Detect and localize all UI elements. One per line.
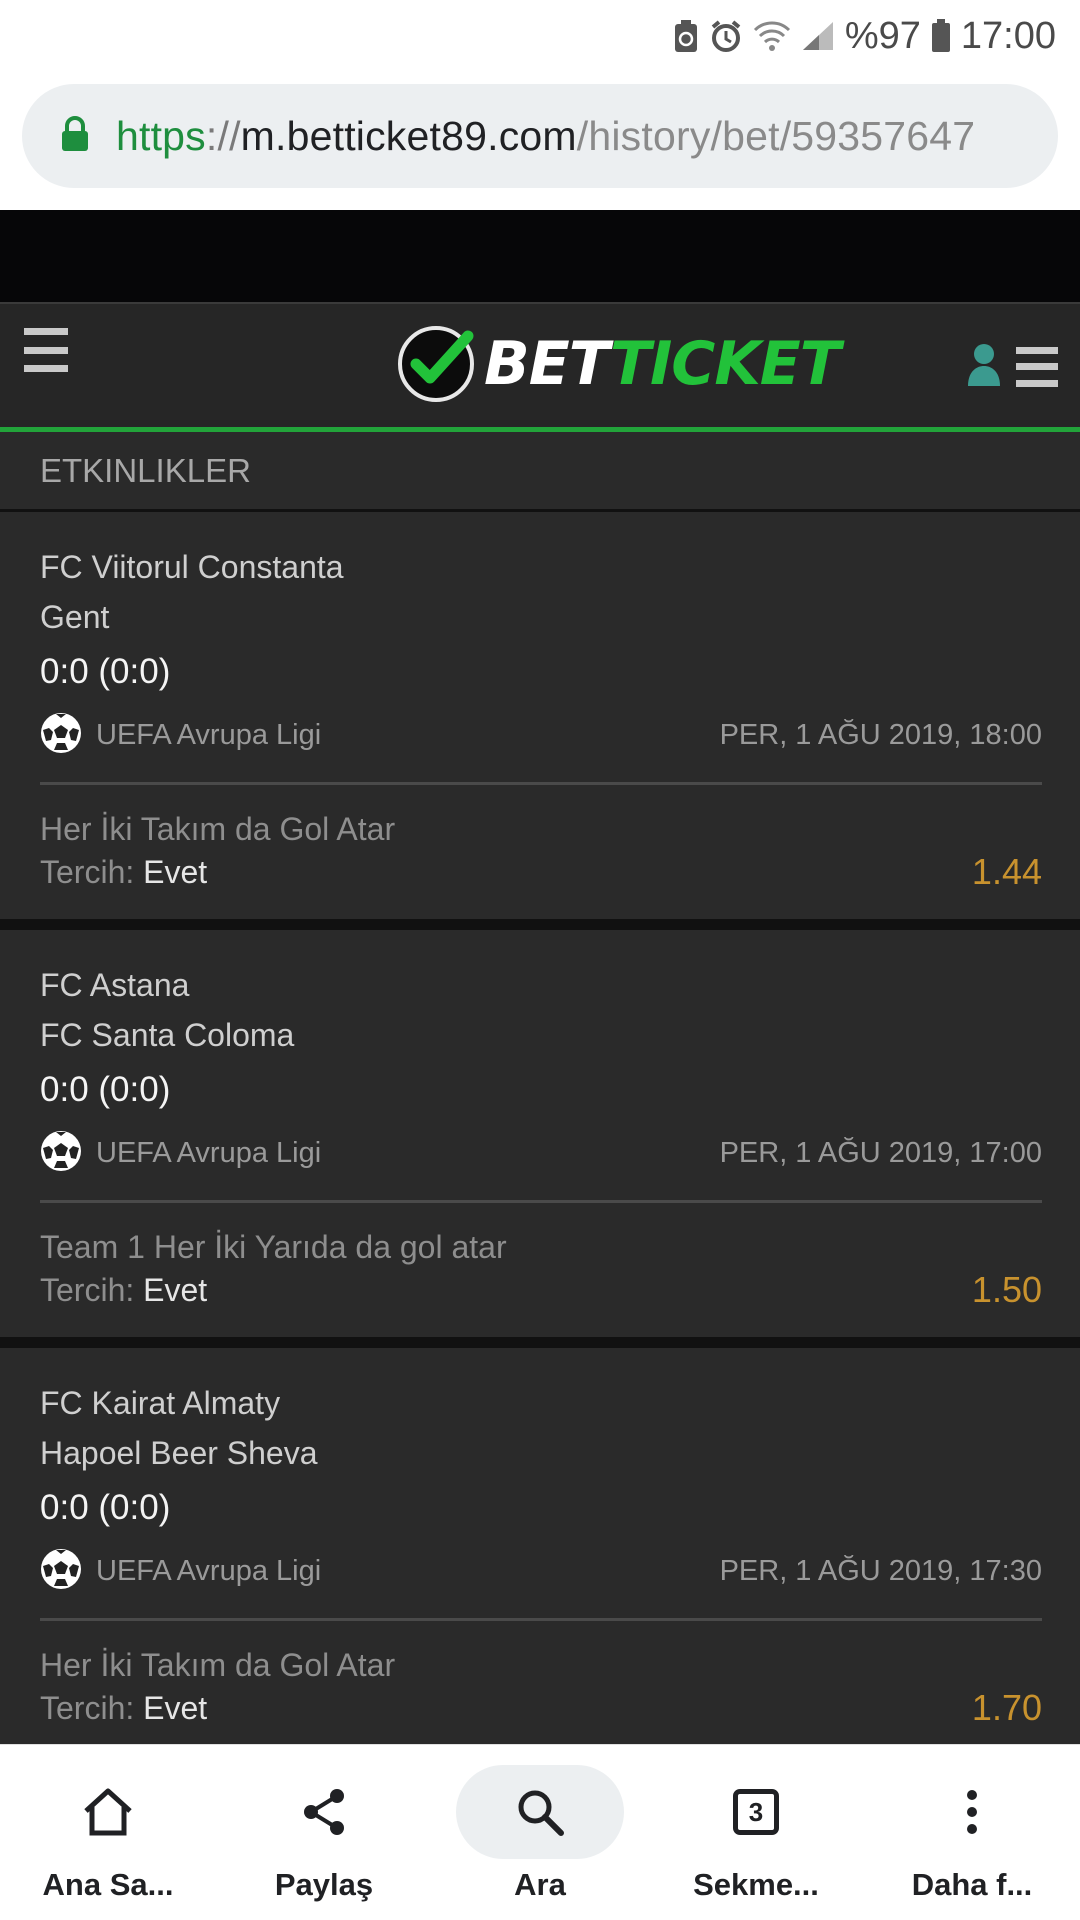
main-menu-button[interactable] [24, 328, 68, 372]
status-bar: %97 17:00 [0, 0, 1080, 72]
league-name: UEFA Avrupa Ligi [96, 1136, 322, 1169]
section-title: ETKINLIKLER [0, 432, 1080, 512]
soccer-ball-icon [40, 1548, 82, 1595]
browser-toolbar: https://m.betticket89.com/history/bet/59… [0, 72, 1080, 210]
event-meta: UEFA Avrupa Ligi PER, 1 AĞU 2019, 17:00 [40, 1128, 1042, 1178]
wifi-icon [753, 20, 791, 52]
pick-row: Tercih: Evet 1.70 [40, 1687, 1042, 1737]
score: 0:0 (0:0) [40, 652, 171, 691]
tabs-count: 3 [733, 1789, 779, 1835]
pick-row: Tercih: Evet 1.44 [40, 851, 1042, 901]
clock: 17:00 [960, 14, 1056, 57]
league-name: UEFA Avrupa Ligi [96, 1554, 322, 1587]
home-icon [48, 1765, 168, 1859]
nav-tabs-label: Sekme... [693, 1867, 819, 1902]
nav-search-label: Ara [514, 1867, 566, 1902]
divider [40, 1618, 1042, 1621]
pick-value: Evet [143, 1271, 208, 1308]
soccer-ball-icon [40, 1130, 82, 1177]
home-team: FC Viitorul Constanta [40, 549, 344, 585]
menu-line [1016, 363, 1058, 370]
event-card: FC Viitorul Constanta Gent 0:0 (0:0) UEF… [0, 512, 1080, 930]
event-date: PER, 1 AĞU 2019, 18:00 [719, 718, 1042, 751]
nav-more-label: Daha f... [911, 1867, 1033, 1902]
score: 0:0 (0:0) [40, 1070, 171, 1109]
soccer-ball-icon [40, 712, 82, 759]
menu-line [1016, 346, 1058, 354]
odds: 1.70 [971, 1687, 1042, 1728]
pick-value: Evet [143, 853, 208, 890]
signal-icon [801, 20, 835, 52]
site-logo[interactable]: BETTICKET [396, 320, 841, 409]
nav-home-button[interactable]: Ana Sa... [8, 1765, 208, 1903]
url-separator: :// [205, 112, 241, 159]
battery-saver-icon [673, 18, 699, 54]
lock-icon [60, 115, 90, 158]
pick-label: Tercih: [40, 853, 135, 890]
checkmark-logo-icon [396, 320, 480, 409]
web-page: BETTICKET ETKINLIKLER FC Viitorul Consta… [0, 210, 1080, 1744]
odds: 1.50 [971, 1269, 1042, 1310]
odds: 1.44 [971, 851, 1042, 892]
market-name: Team 1 Her İki Yarıda da gol atar [40, 1229, 507, 1265]
search-icon [456, 1765, 624, 1859]
url-scheme: https [116, 112, 206, 159]
score: 0:0 (0:0) [40, 1488, 171, 1527]
event-meta: UEFA Avrupa Ligi PER, 1 AĞU 2019, 17:30 [40, 1546, 1042, 1596]
pick-label: Tercih: [40, 1689, 135, 1726]
address-bar[interactable]: https://m.betticket89.com/history/bet/59… [22, 84, 1058, 188]
event-date: PER, 1 AĞU 2019, 17:30 [719, 1554, 1042, 1587]
nav-tabs-button[interactable]: 3 Sekme... [656, 1765, 856, 1903]
away-team: Gent [40, 599, 110, 635]
event-meta: UEFA Avrupa Ligi PER, 1 AĞU 2019, 18:00 [40, 710, 1042, 760]
pick-label: Tercih: [40, 1271, 135, 1308]
pick-value: Evet [143, 1689, 208, 1726]
site-header: BETTICKET [0, 302, 1080, 432]
nav-home-label: Ana Sa... [42, 1867, 174, 1902]
event-card: FC Astana FC Santa Coloma 0:0 (0:0) UEFA… [0, 930, 1080, 1348]
menu-line [24, 346, 68, 354]
tabs-icon: 3 [696, 1765, 816, 1859]
divider [40, 1200, 1042, 1203]
logo-bet: BET [484, 329, 611, 399]
menu-line [24, 365, 68, 372]
share-icon [264, 1765, 384, 1859]
top-banner [0, 210, 1080, 302]
battery-percent: %97 [844, 14, 921, 57]
event-date: PER, 1 AĞU 2019, 17:00 [719, 1136, 1042, 1169]
event-card: FC Kairat Almaty Hapoel Beer Sheva 0:0 (… [0, 1348, 1080, 1744]
pick: Tercih: Evet [40, 1690, 207, 1727]
market-name: Her İki Takım da Gol Atar [40, 811, 396, 847]
battery-icon [931, 19, 951, 53]
account-menu-icon [1016, 346, 1058, 387]
home-team: FC Kairat Almaty [40, 1385, 281, 1421]
user-icon [966, 342, 1002, 391]
nav-share-button[interactable]: Paylaş [224, 1765, 424, 1903]
away-team: Hapoel Beer Sheva [40, 1435, 318, 1471]
nav-more-button[interactable]: Daha f... [872, 1765, 1072, 1903]
url-host: m.betticket89.com [240, 112, 577, 159]
menu-line [24, 328, 68, 335]
pick-row: Tercih: Evet 1.50 [40, 1269, 1042, 1319]
logo-ticket: TICKET [610, 329, 841, 399]
logo-text: BETTICKET [484, 329, 841, 399]
league-name: UEFA Avrupa Ligi [96, 718, 322, 751]
user-menu-button[interactable] [966, 342, 1058, 391]
nav-share-label: Paylaş [274, 1867, 374, 1902]
market-name: Her İki Takım da Gol Atar [40, 1647, 396, 1683]
menu-line [1016, 379, 1058, 387]
pick: Tercih: Evet [40, 1272, 207, 1309]
alarm-icon [709, 19, 743, 53]
more-vertical-icon [912, 1765, 1032, 1859]
home-team: FC Astana [40, 967, 190, 1003]
pick: Tercih: Evet [40, 854, 207, 891]
nav-search-button[interactable]: Ara [440, 1765, 640, 1903]
browser-bottom-bar: Ana Sa... Paylaş Ara 3 Sekme... Daha f..… [0, 1744, 1080, 1920]
divider [40, 782, 1042, 785]
url-path: /history/bet/59357647 [576, 112, 976, 159]
url-text[interactable]: https://m.betticket89.com/history/bet/59… [116, 113, 975, 160]
away-team: FC Santa Coloma [40, 1017, 295, 1053]
